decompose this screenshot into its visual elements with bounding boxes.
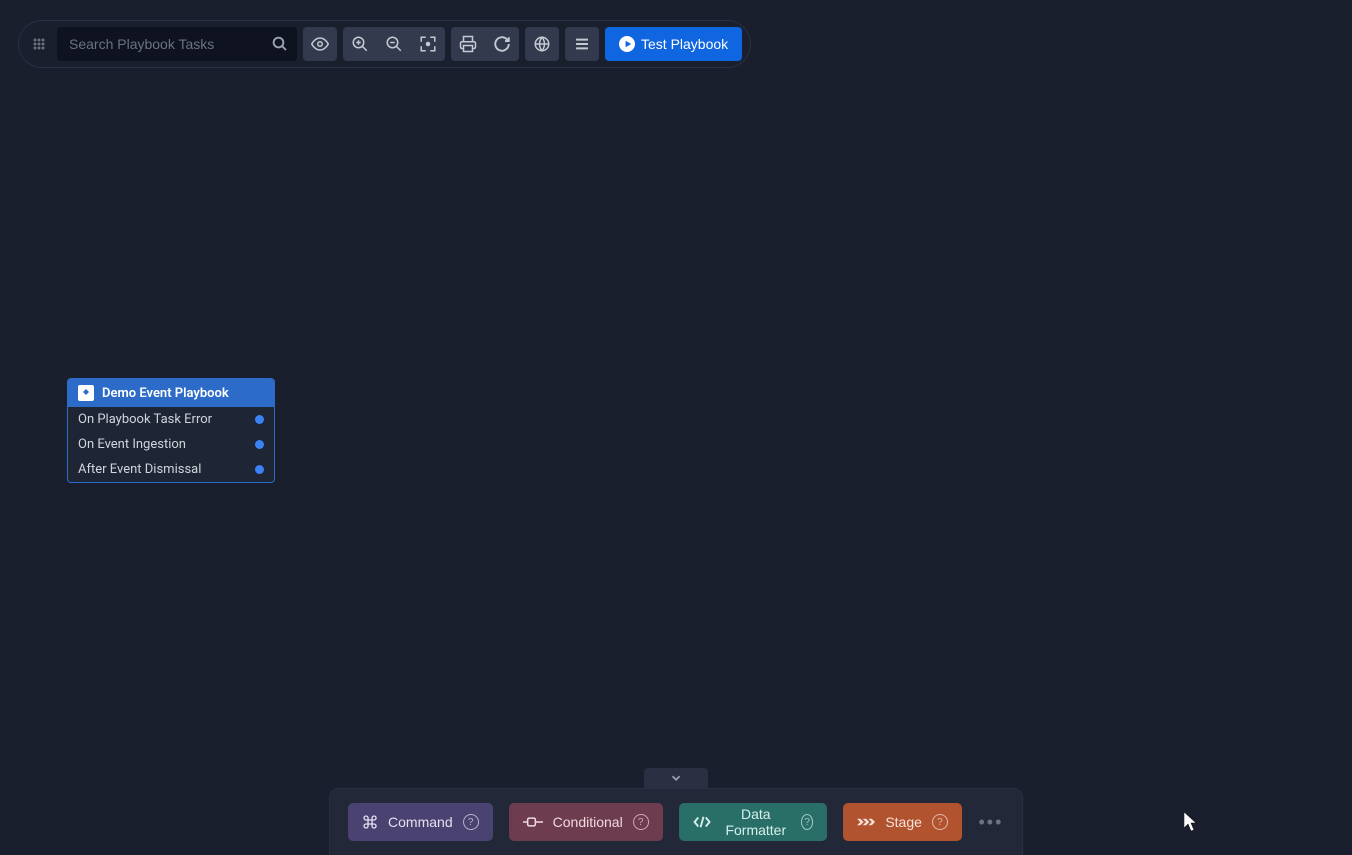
stage-icon (857, 816, 875, 828)
drag-handle-icon[interactable] (27, 32, 51, 56)
stage-button[interactable]: Stage ? (843, 803, 962, 841)
play-icon (619, 36, 635, 52)
connector-dot[interactable] (255, 465, 264, 474)
node-title: Demo Event Playbook (102, 386, 229, 401)
help-icon[interactable]: ? (801, 814, 813, 830)
palette: Command ? Conditional ? (329, 788, 1023, 855)
zoom-out-icon (385, 35, 403, 53)
fit-screen-icon (419, 35, 437, 53)
search-container (57, 27, 297, 61)
command-icon (362, 814, 378, 830)
playbook-icon (78, 385, 94, 401)
node-row-label: On Event Ingestion (78, 437, 186, 452)
top-toolbar: Test Playbook (18, 20, 751, 68)
conditional-button[interactable]: Conditional ? (509, 803, 663, 841)
list-icon (574, 36, 590, 52)
refresh-button[interactable] (485, 27, 519, 61)
formatter-label: Data Formatter (721, 806, 791, 838)
refresh-icon (493, 35, 511, 53)
data-formatter-button[interactable]: Data Formatter ? (679, 803, 828, 841)
node-header[interactable]: Demo Event Playbook (68, 379, 274, 407)
connector-dot[interactable] (255, 440, 264, 449)
conditional-label: Conditional (553, 814, 623, 830)
chevron-down-icon (669, 771, 683, 785)
code-icon (693, 815, 711, 829)
list-button[interactable] (565, 27, 599, 61)
eye-icon (311, 35, 329, 53)
command-button[interactable]: Command ? (348, 803, 493, 841)
more-options-button[interactable]: ••• (978, 806, 1004, 838)
action-group (451, 27, 519, 61)
playbook-node[interactable]: Demo Event Playbook On Playbook Task Err… (67, 378, 275, 483)
stage-label: Stage (885, 814, 922, 830)
connector-dot[interactable] (255, 415, 264, 424)
zoom-out-button[interactable] (377, 27, 411, 61)
help-icon[interactable]: ? (633, 814, 649, 830)
more-icon: ••• (978, 812, 1003, 833)
help-icon[interactable]: ? (932, 814, 948, 830)
zoom-in-icon (351, 35, 369, 53)
zoom-group (343, 27, 445, 61)
palette-wrapper: Command ? Conditional ? (329, 768, 1023, 855)
conditional-icon (523, 815, 543, 829)
node-row-label: On Playbook Task Error (78, 412, 212, 427)
search-icon[interactable] (271, 35, 289, 53)
mouse-cursor-icon (1184, 812, 1200, 832)
visibility-button[interactable] (303, 27, 337, 61)
globe-icon (533, 35, 551, 53)
node-row[interactable]: After Event Dismissal (68, 457, 274, 482)
print-button[interactable] (451, 27, 485, 61)
globe-button[interactable] (525, 27, 559, 61)
print-icon (459, 35, 477, 53)
command-label: Command (388, 814, 453, 830)
node-row[interactable]: On Playbook Task Error (68, 407, 274, 432)
search-input[interactable] (65, 30, 271, 58)
fit-button[interactable] (411, 27, 445, 61)
palette-toggle-button[interactable] (644, 768, 708, 788)
test-playbook-label: Test Playbook (641, 36, 728, 52)
zoom-in-button[interactable] (343, 27, 377, 61)
node-row[interactable]: On Event Ingestion (68, 432, 274, 457)
node-row-label: After Event Dismissal (78, 462, 201, 477)
help-icon[interactable]: ? (463, 814, 479, 830)
test-playbook-button[interactable]: Test Playbook (605, 27, 742, 61)
